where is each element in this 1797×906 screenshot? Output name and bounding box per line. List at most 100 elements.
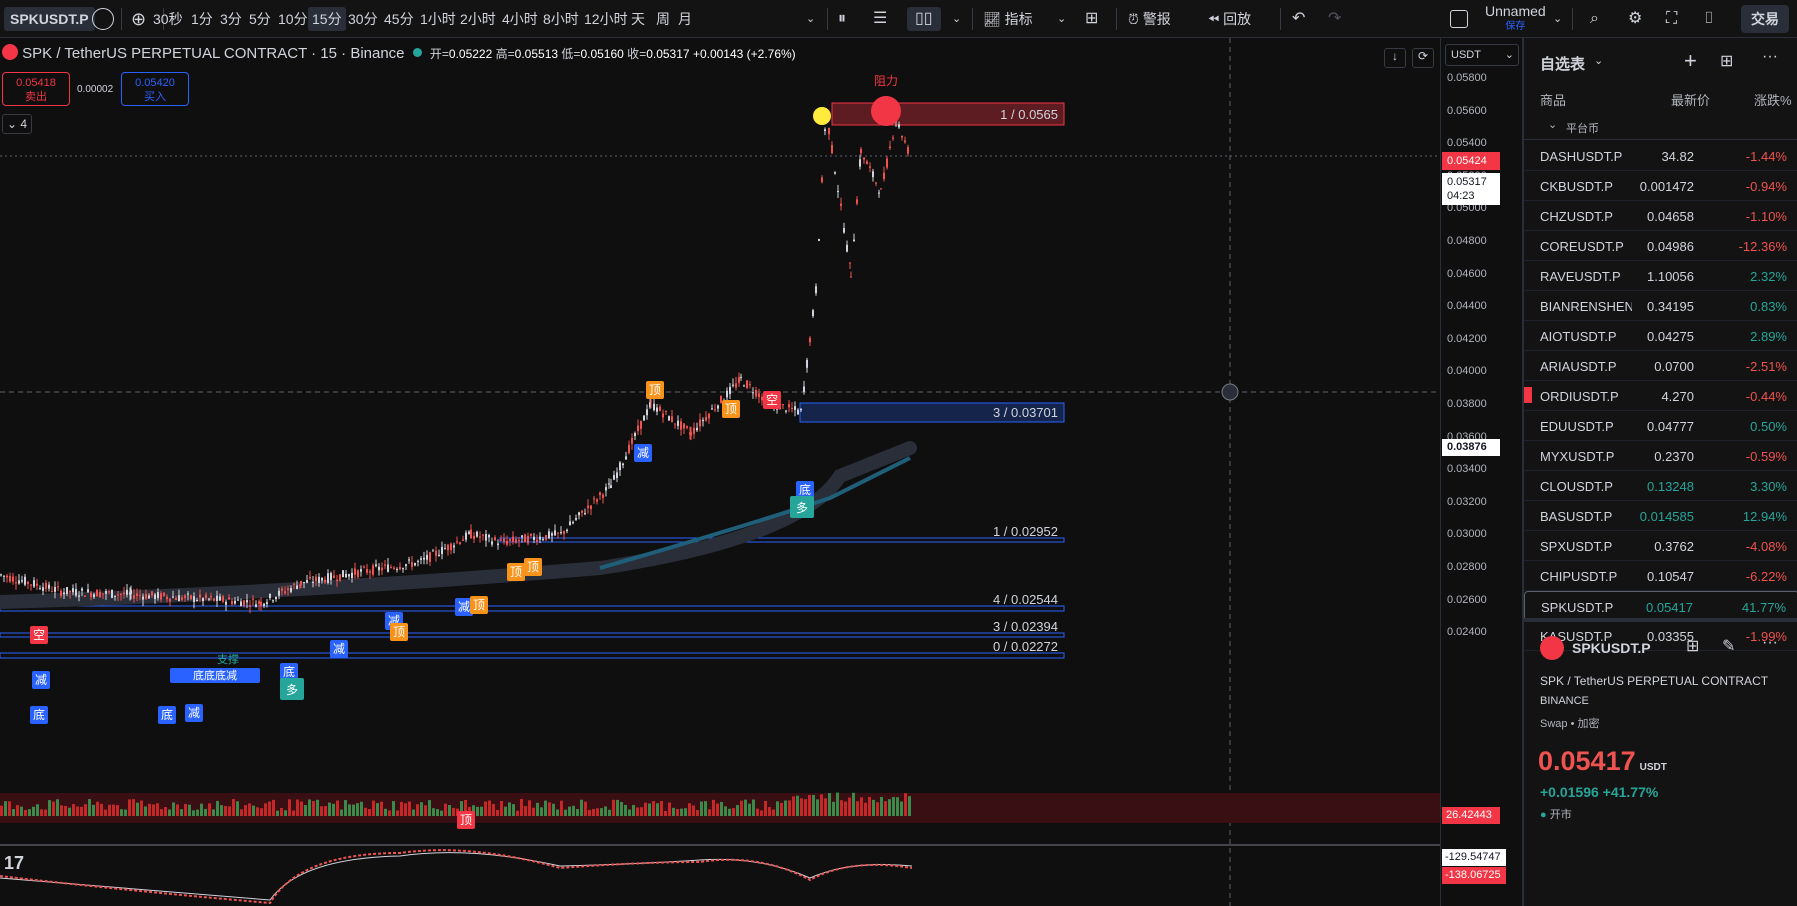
compare-plus-icon[interactable]: ⊕	[131, 7, 146, 31]
replay-button[interactable]: ⏪︎ 回放	[1208, 7, 1251, 31]
interval-2-button[interactable]: 1分	[191, 7, 213, 31]
watchlist-row[interactable]: CKBUSDT.P 0.001472 -0.94%	[1524, 171, 1797, 201]
candle-body	[342, 570, 344, 578]
currency-select[interactable]: USDT ⌄	[1445, 44, 1519, 66]
trade-button[interactable]: 交易	[1741, 5, 1789, 33]
scroll-to-end-icon[interactable]: ↓	[1384, 48, 1406, 68]
interval-13-button[interactable]: 12小时	[584, 7, 628, 31]
details-name[interactable]: SPK / TetherUS PERPETUAL CONTRACT	[1540, 674, 1785, 688]
watchlist-row[interactable]: CHZUSDT.P 0.04658 -1.10%	[1524, 201, 1797, 231]
watchlist-row[interactable]: CLOUSDT.P 0.13248 3.30%	[1524, 471, 1797, 501]
candles-chart-type-icon[interactable]: ⏸	[838, 7, 846, 31]
candle-body	[0, 574, 2, 576]
interval-1-button[interactable]: 30秒	[153, 7, 183, 31]
interval-dropdown-icon[interactable]: ⌄	[806, 7, 815, 31]
sell-button[interactable]: 0.05418 卖出	[2, 72, 70, 106]
candle-body	[123, 592, 125, 595]
interval-4-button[interactable]: 5分	[249, 7, 271, 31]
watchlist-dropdown-icon[interactable]: ⌄	[1594, 54, 1603, 67]
col-change[interactable]: 涨跌%	[1754, 90, 1792, 109]
candle-body	[357, 570, 359, 578]
top-signal-label: 顶	[473, 598, 485, 612]
chart-style-dropdown-icon[interactable]: ⌄	[952, 7, 961, 31]
watchlist-row[interactable]: ORDIUSDT.P 4.270 -0.44%	[1524, 381, 1797, 411]
auto-scale-icon[interactable]: ⟳	[1412, 48, 1434, 68]
indicators-dropdown-icon[interactable]: ⌄	[1057, 7, 1066, 31]
fullscreen-icon[interactable]: ⛶	[1666, 7, 1677, 31]
watchlist-row[interactable]: BASUSDT.P 0.014585 12.94%	[1524, 501, 1797, 531]
undo-icon[interactable]: ↶	[1292, 7, 1305, 31]
row-change: 12.94%	[1742, 509, 1787, 524]
watchlist-row[interactable]: SPKUSDT.P 0.05417 41.77%	[1524, 591, 1797, 621]
watchlist-row[interactable]: AIOTUSDT.P 0.04275 2.89%	[1524, 321, 1797, 351]
candle-body	[63, 592, 65, 595]
interval-11-button[interactable]: 4小时	[502, 7, 538, 31]
quick-search-icon[interactable]: ⌕	[1590, 7, 1599, 31]
candle-body	[569, 521, 571, 526]
chart-style-icon[interactable]: ▯▯	[907, 7, 941, 31]
volume-bar	[516, 810, 519, 816]
watchlist-row[interactable]: SPXUSDT.P 0.3762 -4.08%	[1524, 531, 1797, 561]
volume-bar	[360, 801, 363, 816]
watchlist-row[interactable]: DASHUSDT.P 34.82 -1.44%	[1524, 141, 1797, 171]
details-grid-icon[interactable]: ⊞	[1686, 636, 1699, 656]
watchlist-header: 自选表 ⌄ + ⊞ ···	[1524, 38, 1797, 86]
legend-title[interactable]: SPK / TetherUS PERPETUAL CONTRACT · 15 ·…	[22, 45, 404, 62]
bars-icon[interactable]: ☰	[873, 7, 887, 31]
col-last[interactable]: 最新价	[1671, 90, 1710, 109]
watchlist-group-header[interactable]: ⌄ 平台币	[1524, 110, 1797, 140]
watchlist-row[interactable]: MYXUSDT.P 0.2370 -0.59%	[1524, 441, 1797, 471]
watchlist-row[interactable]: CHIPUSDT.P 0.10547 -6.22%	[1524, 561, 1797, 591]
watchlist-row[interactable]: COREUSDT.P 0.04986 -12.36%	[1524, 231, 1797, 261]
volume-bar	[752, 799, 755, 816]
watchlist-layout-icon[interactable]: ⊞	[1720, 51, 1733, 71]
candle-body	[444, 548, 446, 550]
watchlist-row[interactable]: RAVEUSDT.P 1.10056 2.32%	[1524, 261, 1797, 291]
layout-name-button[interactable]: Unnamed 保存	[1485, 3, 1546, 32]
interval-10-button[interactable]: 2小时	[460, 7, 496, 31]
layout-checkbox-icon[interactable]	[1450, 10, 1468, 28]
buy-button[interactable]: 0.05420 买入	[121, 72, 189, 106]
watchlist-row[interactable]: ARIAUSDT.P 0.0700 -2.51%	[1524, 351, 1797, 381]
snapshot-camera-icon[interactable]: ⌷	[1704, 7, 1714, 31]
more-options-icon[interactable]: ···	[1762, 48, 1778, 66]
layout-dropdown-icon[interactable]: ⌄	[1553, 7, 1562, 31]
interval-3-button[interactable]: 3分	[220, 7, 242, 31]
interval-8-button[interactable]: 45分	[384, 7, 414, 31]
chart-pane[interactable]: 1 / 0.0565 3 / 0.03701 1 / 0.02952 4 / 0.02…	[0, 38, 1440, 906]
alert-button[interactable]: ⏰︎ 警报	[1128, 7, 1171, 31]
interval-7-button[interactable]: 30分	[348, 7, 378, 31]
interval-6-button[interactable]: 15分	[308, 7, 346, 31]
price-axis[interactable]: USDT ⌄ 0.058000.056000.054000.052000.050…	[1440, 38, 1520, 906]
symbol-search-button[interactable]: SPKUSDT.P	[4, 7, 95, 31]
volume-bar	[244, 805, 247, 816]
watchlist-row[interactable]: BIANRENSHEN 0.34195 0.83%	[1524, 291, 1797, 321]
interval-9-button[interactable]: 1小时	[420, 7, 456, 31]
interval-16-button[interactable]: 月	[678, 7, 692, 31]
indicators-button[interactable]: 📈︎ 指标	[983, 7, 1033, 31]
interval-15-button[interactable]: 周	[656, 7, 670, 31]
interval-5-button[interactable]: 10分	[278, 7, 308, 31]
details-symbol[interactable]: SPKUSDT.P	[1572, 640, 1651, 656]
candle-body	[105, 591, 107, 594]
watchlist-title[interactable]: 自选表	[1540, 53, 1585, 74]
interval-14-button[interactable]: 天	[631, 7, 645, 31]
tradingview-logo[interactable]: 17	[4, 853, 24, 874]
watchlist-row[interactable]: EDUUSDT.P 0.04777 0.50%	[1524, 411, 1797, 441]
interval-12-button[interactable]: 8小时	[543, 7, 579, 31]
settings-gear-icon[interactable]: ⚙︎	[1628, 7, 1642, 31]
candle-body	[584, 513, 586, 515]
redo-icon[interactable]: ↷	[1328, 7, 1341, 31]
candle-body	[252, 598, 254, 600]
volume-bar	[376, 803, 379, 816]
candle-body	[399, 566, 401, 570]
favorite-icon[interactable]	[92, 8, 114, 30]
details-more-icon[interactable]: ···	[1762, 634, 1778, 652]
indicators-collapse-button[interactable]: ⌄ 4	[2, 114, 32, 134]
right-sidebar: 自选表 ⌄ + ⊞ ··· 商品 最新价 涨跌% ⌄ 平台币 DASHUSDT.…	[1522, 38, 1797, 906]
templates-grid-icon[interactable]: ⊞	[1085, 7, 1098, 31]
chart-canvas[interactable]: 1 / 0.0565 3 / 0.03701 1 / 0.02952 4 / 0.02…	[0, 38, 1440, 906]
col-symbol[interactable]: 商品	[1540, 90, 1566, 109]
details-edit-icon[interactable]: ✎	[1722, 636, 1735, 656]
add-symbol-icon[interactable]: +	[1684, 48, 1697, 74]
